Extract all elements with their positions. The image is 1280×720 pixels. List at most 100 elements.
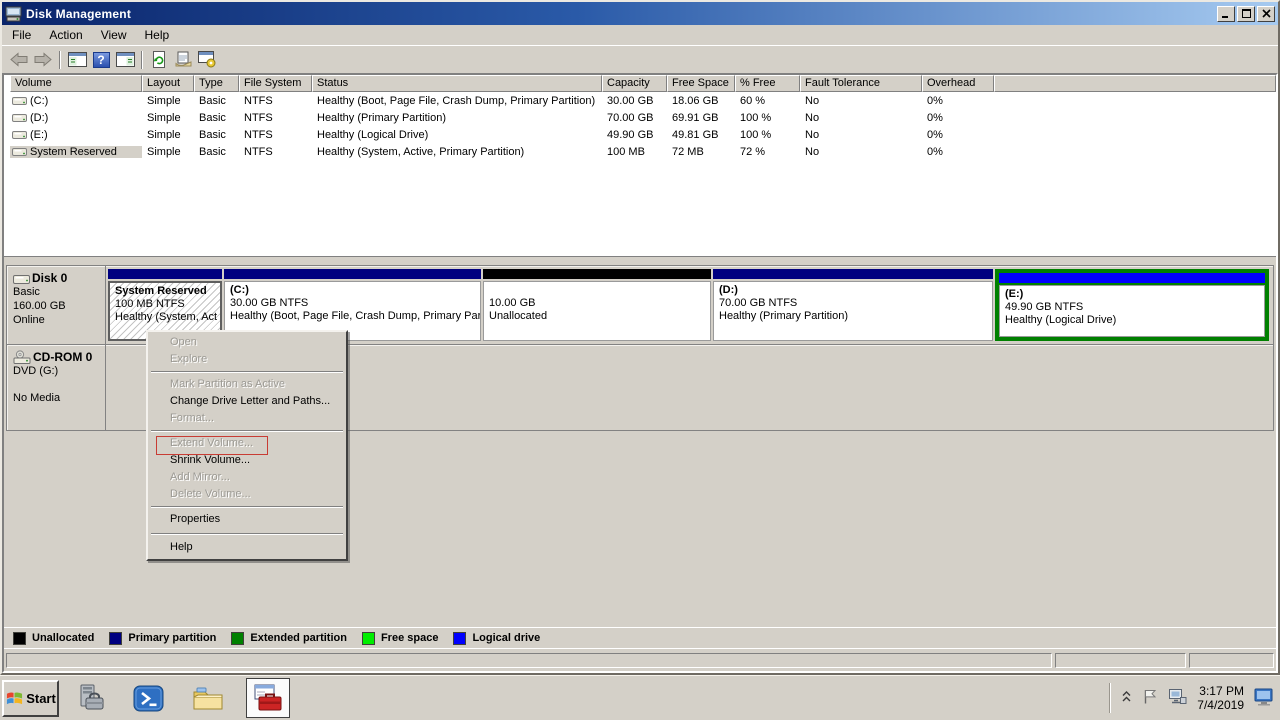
partition-d[interactable]: (D:) 70.00 GB NTFS Healthy (Primary Part…	[713, 269, 993, 341]
start-label: Start	[26, 691, 56, 706]
volume-name: System Reserved	[30, 146, 117, 158]
cell-pct-free: 100 %	[735, 112, 800, 124]
menu-item-help[interactable]: Help	[149, 539, 345, 556]
menu-separator	[151, 528, 343, 539]
menu-item-add-mirror[interactable]: Add Mirror...	[149, 469, 345, 486]
volume-row-e[interactable]: (E:) Simple Basic NTFS Healthy (Logical …	[10, 126, 1276, 143]
back-icon[interactable]	[7, 49, 31, 71]
menu-item-change-drive-letter[interactable]: Change Drive Letter and Paths...	[149, 393, 345, 410]
column-header-fault-tolerance[interactable]: Fault Tolerance	[800, 75, 922, 92]
menu-help[interactable]: Help	[136, 25, 179, 45]
volume-row-system-reserved[interactable]: System Reserved Simple Basic NTFS Health…	[10, 143, 1276, 160]
partition-status: Healthy (System, Act	[115, 311, 215, 324]
partition-name: System Reserved	[115, 285, 215, 298]
column-header-file-system[interactable]: File System	[239, 75, 312, 92]
column-header-type[interactable]: Type	[194, 75, 239, 92]
cell-status: Healthy (Boot, Page File, Crash Dump, Pr…	[312, 95, 602, 107]
partition-e-extended[interactable]: (E:) 49.90 GB NTFS Healthy (Logical Driv…	[995, 269, 1269, 341]
column-header-overhead[interactable]: Overhead	[922, 75, 994, 92]
cdrom-icon	[13, 350, 31, 364]
menu-item-mark-partition-active[interactable]: Mark Partition as Active	[149, 376, 345, 393]
cdrom-status: No Media	[13, 391, 101, 405]
powershell-icon[interactable]	[133, 684, 164, 713]
disk-name: Disk 0	[32, 271, 67, 285]
menu-item-extend-volume[interactable]: Extend Volume...	[149, 435, 345, 452]
menu-separator	[151, 503, 343, 511]
cell-free-space: 49.81 GB	[667, 129, 735, 141]
column-header-status[interactable]: Status	[312, 75, 602, 92]
menu-file[interactable]: File	[3, 25, 40, 45]
column-header-free-space[interactable]: Free Space	[667, 75, 735, 92]
clock-time: 3:17 PM	[1197, 684, 1244, 698]
legend-extended-partition: Extended partition	[231, 632, 347, 645]
partition-size: 100 MB NTFS	[115, 298, 215, 311]
partition-size: 10.00 GB	[489, 297, 705, 310]
partition-name: (C:)	[230, 284, 475, 297]
partition-status: Healthy (Boot, Page File, Crash Dump, Pr…	[230, 310, 475, 323]
window-title: Disk Management	[26, 7, 1215, 21]
start-button[interactable]: Start	[2, 680, 59, 717]
cell-layout: Simple	[142, 129, 194, 141]
cell-free-space: 69.91 GB	[667, 112, 735, 124]
maximize-icon	[1242, 9, 1251, 18]
column-header-layout[interactable]: Layout	[142, 75, 194, 92]
unallocated-bar	[483, 269, 711, 279]
menu-item-properties[interactable]: Properties	[149, 511, 345, 528]
menu-item-open[interactable]: Open	[149, 334, 345, 351]
console-tree-icon[interactable]	[65, 49, 89, 71]
primary-partition-bar	[108, 269, 222, 279]
taskbar-clock[interactable]: 3:17 PM 7/4/2019	[1197, 684, 1244, 712]
tray-expand-chevron-icon[interactable]	[1121, 689, 1132, 707]
partition-unallocated[interactable]: 10.00 GB Unallocated	[483, 269, 711, 341]
forward-icon[interactable]	[31, 49, 55, 71]
cell-fault-tolerance: No	[800, 112, 922, 124]
cdrom-media: DVD (G:)	[13, 364, 101, 378]
show-desktop-icon[interactable]	[1254, 687, 1275, 709]
cell-status: Healthy (Primary Partition)	[312, 112, 602, 124]
menu-view[interactable]: View	[92, 25, 136, 45]
cell-pct-free: 60 %	[735, 95, 800, 107]
toolbar-separator	[141, 51, 143, 69]
legend-label: Extended partition	[250, 632, 347, 644]
column-header-capacity[interactable]: Capacity	[602, 75, 667, 92]
column-header-volume[interactable]: Volume	[10, 75, 142, 92]
taskbar: Start 3:17 PM 7/4/2019	[0, 675, 1280, 720]
menu-item-delete-volume[interactable]: Delete Volume...	[149, 486, 345, 503]
partition-status: Unallocated	[489, 310, 705, 323]
action-pane-icon[interactable]	[113, 49, 137, 71]
menu-item-explore[interactable]: Explore	[149, 351, 345, 368]
windows-explorer-icon[interactable]	[192, 685, 224, 712]
disk0-label[interactable]: Disk 0 Basic 160.00 GB Online	[7, 266, 106, 344]
partition-status: Healthy (Primary Partition)	[719, 310, 987, 323]
menu-action[interactable]: Action	[40, 25, 91, 45]
volume-row-c[interactable]: (C:) Simple Basic NTFS Healthy (Boot, Pa…	[10, 92, 1276, 109]
cell-overhead: 0%	[922, 95, 994, 107]
toolbar-separator	[59, 51, 61, 69]
disk-management-task-button[interactable]	[246, 678, 290, 718]
minimize-button[interactable]	[1217, 6, 1235, 22]
volume-row-d[interactable]: (D:) Simple Basic NTFS Healthy (Primary …	[10, 109, 1276, 126]
server-manager-icon[interactable]	[75, 683, 105, 714]
windows-logo-icon	[5, 690, 24, 707]
column-header-pct-free[interactable]: % Free	[735, 75, 800, 92]
close-button[interactable]	[1257, 6, 1275, 22]
partition-name: (D:)	[719, 284, 987, 297]
help-icon[interactable]: ?	[89, 49, 113, 71]
menu-item-shrink-volume[interactable]: Shrink Volume...	[149, 452, 345, 469]
disk-settings-icon[interactable]	[195, 49, 219, 71]
column-header-filler	[994, 75, 1276, 92]
action-center-flag-icon[interactable]	[1142, 688, 1158, 708]
cell-status: Healthy (System, Active, Primary Partiti…	[312, 146, 602, 158]
titlebar[interactable]: Disk Management	[2, 2, 1278, 25]
maximize-button[interactable]	[1237, 6, 1255, 22]
drive-icon	[12, 146, 27, 157]
refresh-icon[interactable]	[147, 49, 171, 71]
cell-overhead: 0%	[922, 129, 994, 141]
menu-item-format[interactable]: Format...	[149, 410, 345, 427]
properties-icon[interactable]	[171, 49, 195, 71]
network-status-icon[interactable]	[1168, 688, 1187, 708]
status-panel	[6, 653, 1052, 668]
cdrom-label[interactable]: CD-ROM 0 DVD (G:) No Media	[7, 345, 106, 430]
disk-management-app-icon	[5, 6, 22, 22]
extended-partition-swatch	[231, 632, 244, 645]
